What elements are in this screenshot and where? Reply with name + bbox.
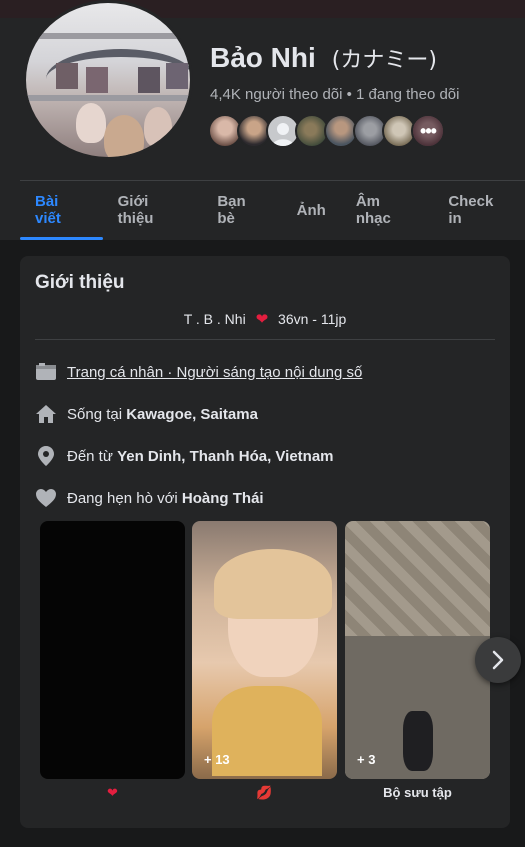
from-place[interactable]: Yen Dinh, Thanh Hóa, Vietnam: [117, 448, 333, 465]
friend-avatar-more[interactable]: •••: [411, 114, 445, 148]
bio-right: 36vn - 11jp: [278, 311, 347, 327]
chevron-right-icon: [492, 650, 504, 670]
profile-avatar[interactable]: [23, 0, 193, 160]
info-page-type: Trang cá nhân · Người sáng tạo nội dung …: [35, 361, 362, 383]
profile-alt-name: (カナミー): [331, 48, 437, 73]
tab-music[interactable]: Âm nhạc: [341, 182, 433, 238]
header-divider: [20, 180, 525, 181]
profile-name: Bảo Nhi: [210, 42, 316, 73]
followers-count[interactable]: 4,4K người theo dõi • 1 đang theo dõi: [210, 86, 459, 103]
page-type-link[interactable]: Trang cá nhân · Người sáng tạo nội dung …: [67, 364, 362, 381]
intro-divider: [35, 339, 495, 340]
next-highlight-button[interactable]: [475, 637, 521, 683]
more-dots-icon: •••: [413, 116, 443, 146]
featured-highlights: ❤ + 13 💋 + 3 Bộ sưu tập: [40, 521, 510, 816]
highlight-label: Bộ sưu tập: [383, 785, 452, 800]
intro-card: Giới thiệu T . B . Nhi ❤ 36vn - 11jp Tra…: [20, 256, 510, 828]
relationship-prefix: Đang hẹn hò với: [67, 489, 178, 507]
info-from: Đến từ Yen Dinh, Thanh Hóa, Vietnam: [35, 445, 334, 467]
profile-tabs: Bài viết Giới thiệu Bạn bè Ảnh Âm nhạc C…: [20, 182, 525, 240]
friend-avatars: •••: [208, 114, 445, 148]
relationship-person[interactable]: Hoàng Thái: [182, 490, 264, 507]
highlight-card-2[interactable]: + 13: [192, 521, 337, 779]
highlight-count: + 13: [204, 752, 230, 767]
location-pin-icon: [35, 445, 57, 467]
highlight-card-3[interactable]: + 3: [345, 521, 490, 779]
highlight-label: ❤: [107, 785, 118, 800]
home-icon: [35, 403, 57, 425]
heart-icon: ❤: [255, 311, 269, 328]
info-relationship: Đang hẹn hò với Hoàng Thái: [35, 487, 264, 509]
tab-posts[interactable]: Bài viết: [20, 182, 103, 240]
highlight-count: + 3: [357, 752, 376, 767]
highlight-label: 💋: [256, 785, 273, 800]
highlight-card-1[interactable]: [40, 521, 185, 779]
bio-text: T . B . Nhi ❤ 36vn - 11jp: [20, 310, 510, 328]
lives-place[interactable]: Kawagoe, Saitama: [126, 406, 258, 423]
tab-photos[interactable]: Ảnh: [282, 182, 341, 238]
page-type-icon: [35, 361, 57, 383]
intro-title: Giới thiệu: [35, 272, 125, 293]
bio-left: T . B . Nhi: [183, 311, 246, 327]
from-prefix: Đến từ: [67, 447, 113, 465]
info-lives-in: Sống tại Kawagoe, Saitama: [35, 403, 258, 425]
lives-prefix: Sống tại: [67, 405, 123, 423]
tab-friends[interactable]: Bạn bè: [202, 182, 281, 238]
heart-outline-icon: [35, 487, 57, 509]
tab-check-in[interactable]: Check in: [433, 182, 525, 238]
tab-about[interactable]: Giới thiệu: [103, 182, 203, 238]
